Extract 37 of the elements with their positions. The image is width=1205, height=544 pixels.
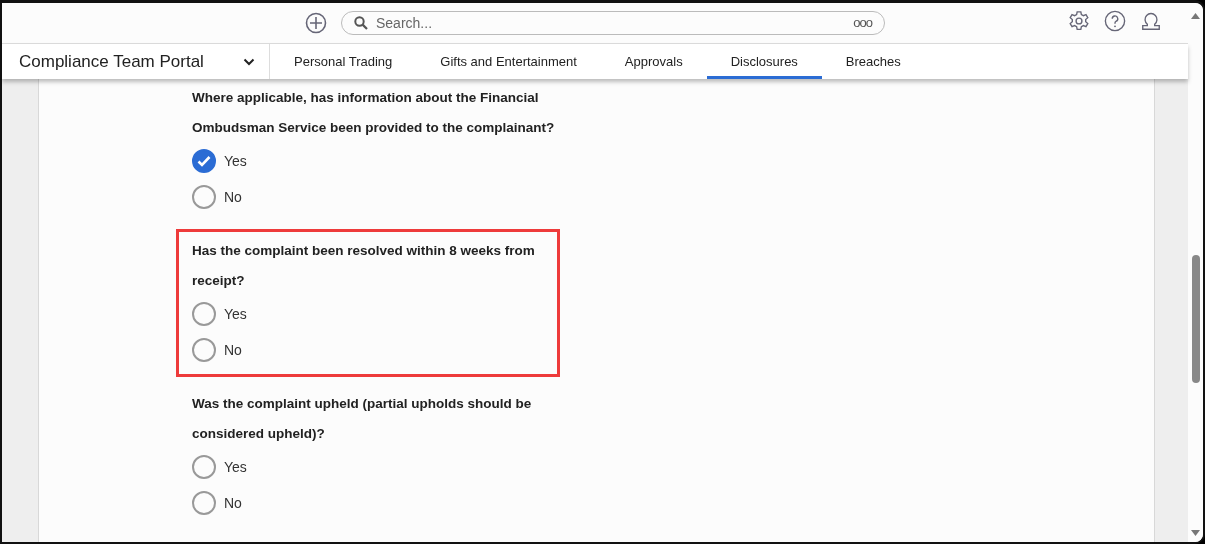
nav-tab[interactable]: Personal Trading <box>270 47 417 79</box>
user-icon[interactable] <box>1140 10 1162 32</box>
option-label: Yes <box>224 304 247 324</box>
radio-option[interactable]: Yes <box>192 449 560 485</box>
scroll-down-icon[interactable] <box>1191 530 1200 536</box>
question-text: Was the complaint upheld (partial upholds should be considered upheld)? <box>192 395 533 443</box>
option-label: No <box>224 187 242 207</box>
search-icon <box>354 16 368 30</box>
scrollbar-thumb[interactable] <box>1191 255 1200 383</box>
radio-button[interactable] <box>192 455 216 479</box>
help-icon[interactable] <box>1104 10 1126 32</box>
nav-tab[interactable]: Gifts and Entertainment <box>416 47 601 79</box>
option-label: Yes <box>224 457 247 477</box>
radio-option[interactable]: Yes <box>192 143 560 179</box>
question-text: Has the complaint been resolved within 8 weeks from receipt? <box>192 242 536 290</box>
radio-option[interactable]: No <box>192 179 560 215</box>
option-label: No <box>224 493 242 513</box>
radio-option[interactable]: No <box>192 485 560 521</box>
chevron-down-icon <box>243 57 255 66</box>
radio-button[interactable] <box>192 302 216 326</box>
more-options[interactable]: ooo <box>853 13 872 33</box>
radio-option[interactable]: No <box>192 332 544 368</box>
radio-option[interactable]: Yes <box>192 296 544 332</box>
question-text: Where applicable, has information about the Financial Ombudsman Service been provided to the complainant? <box>192 89 556 137</box>
check-icon <box>197 155 211 167</box>
radio-button[interactable] <box>192 149 216 173</box>
settings-icon[interactable] <box>1068 10 1090 32</box>
nav-tab[interactable]: Breaches <box>821 47 925 79</box>
add-icon[interactable] <box>305 12 327 34</box>
option-label: No <box>224 340 242 360</box>
nav-tab[interactable]: Approvals <box>600 47 707 79</box>
radio-button[interactable] <box>192 185 216 209</box>
radio-button[interactable] <box>192 491 216 515</box>
option-label: Yes <box>224 151 247 171</box>
search-field[interactable]: Search... ooo <box>341 11 885 35</box>
radio-button[interactable] <box>192 338 216 362</box>
scroll-up-icon[interactable] <box>1191 13 1200 19</box>
